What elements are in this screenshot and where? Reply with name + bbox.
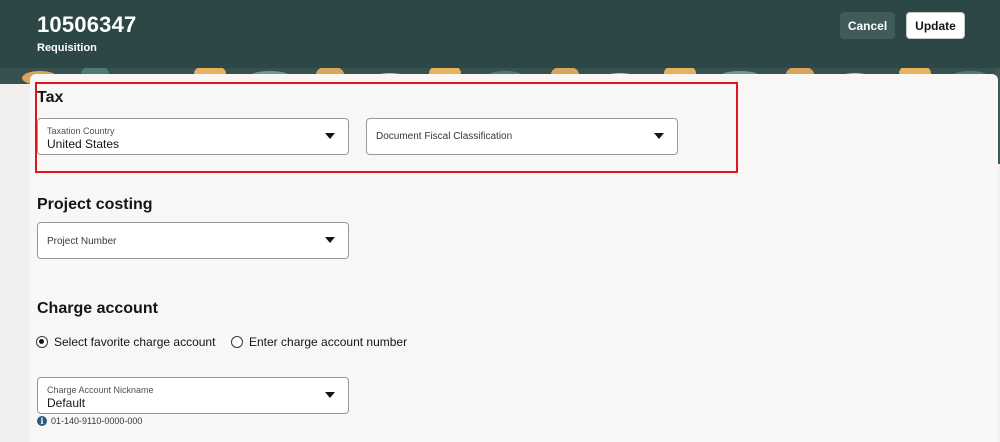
charge-account-nickname-label: Charge Account Nickname xyxy=(47,385,154,395)
requisition-number: 10506347 xyxy=(37,12,137,37)
cancel-button[interactable]: Cancel xyxy=(840,12,895,39)
charge-account-nickname-value: Default xyxy=(47,396,86,410)
radio-checked-icon[interactable] xyxy=(36,336,48,348)
radio-enter-charge-account-number[interactable]: Enter charge account number xyxy=(231,335,407,349)
project-number-placeholder: Project Number xyxy=(47,236,117,247)
charge-account-section-title: Charge account xyxy=(37,300,158,317)
radio-label-enter-number: Enter charge account number xyxy=(249,335,408,349)
charge-account-number: 01-140-9110-0000-000 xyxy=(51,416,143,426)
charge-account-number-info: i 01-140-9110-0000-000 xyxy=(37,416,142,426)
radio-label-favorite: Select favorite charge account xyxy=(54,335,216,349)
project-costing-section-title: Project costing xyxy=(37,196,153,213)
chevron-down-icon xyxy=(325,237,335,243)
project-number-select[interactable]: Project Number xyxy=(37,222,349,259)
chevron-down-icon xyxy=(325,392,335,398)
update-button[interactable]: Update xyxy=(906,12,965,39)
radio-select-favorite-charge-account[interactable]: Select favorite charge account xyxy=(36,335,215,349)
tax-highlight-box xyxy=(35,82,738,173)
info-icon: i xyxy=(37,416,47,426)
page-subtitle: Requisition xyxy=(37,42,97,54)
radio-unchecked-icon[interactable] xyxy=(231,336,243,348)
page-header: 10506347 Requisition Cancel Update xyxy=(0,0,1000,68)
charge-account-nickname-select[interactable]: Charge Account Nickname Default xyxy=(37,377,349,414)
